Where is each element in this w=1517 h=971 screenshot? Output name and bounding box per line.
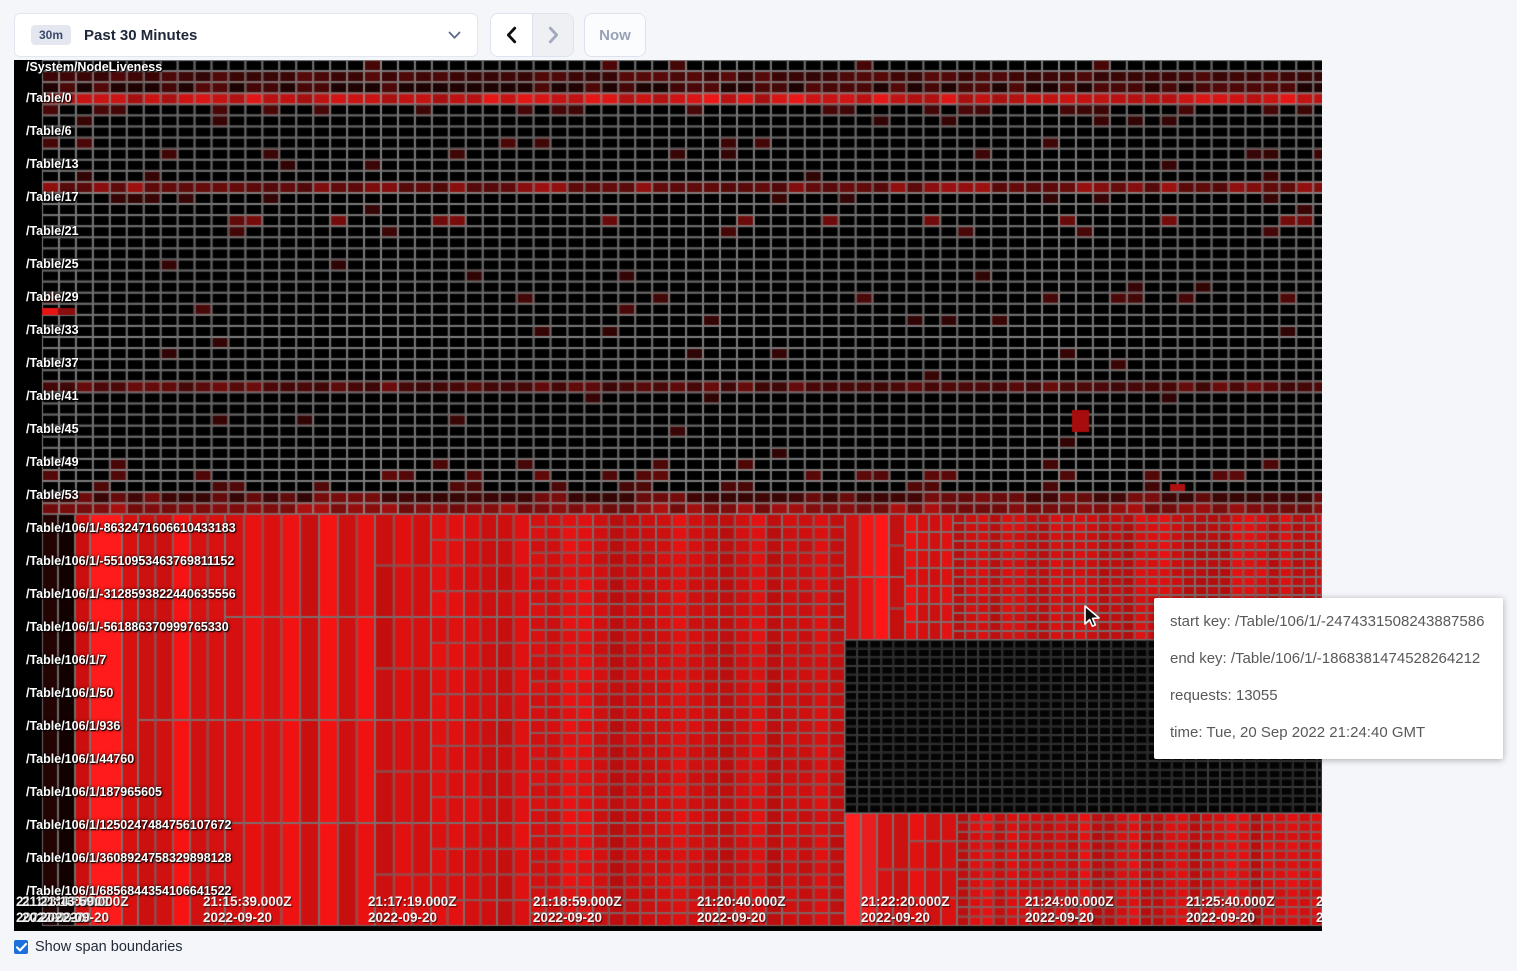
- show-span-boundaries-checkbox[interactable]: [14, 940, 28, 954]
- time-range-badge: 30m: [31, 25, 71, 45]
- check-icon: [16, 943, 27, 952]
- span-boundaries-row: Show span boundaries: [14, 939, 183, 955]
- chevron-down-icon: [448, 31, 461, 40]
- hover-tooltip: start key: /Table/106/1/-247433150824388…: [1154, 598, 1503, 759]
- key-visualizer-canvas[interactable]: [14, 60, 1322, 931]
- time-forward-button[interactable]: [532, 14, 573, 56]
- chevron-left-icon: [501, 24, 523, 46]
- key-visualizer: /System/NodeLiveness/Table/0/Table/6/Tab…: [14, 60, 1322, 931]
- time-range-label: Past 30 Minutes: [84, 27, 197, 44]
- chevron-right-icon: [542, 24, 564, 46]
- now-button[interactable]: Now: [584, 13, 646, 57]
- tooltip-line: requests: 13055: [1170, 685, 1487, 706]
- time-nav-group: [490, 13, 574, 57]
- tooltip-line: time: Tue, 20 Sep 2022 21:24:40 GMT: [1170, 722, 1487, 743]
- tooltip-line: start key: /Table/106/1/-247433150824388…: [1170, 611, 1487, 632]
- tooltip-line: end key: /Table/106/1/-18683814745282642…: [1170, 648, 1487, 669]
- time-back-button[interactable]: [491, 14, 532, 56]
- time-range-select[interactable]: 30m Past 30 Minutes: [14, 13, 478, 57]
- show-span-boundaries-label: Show span boundaries: [35, 939, 183, 955]
